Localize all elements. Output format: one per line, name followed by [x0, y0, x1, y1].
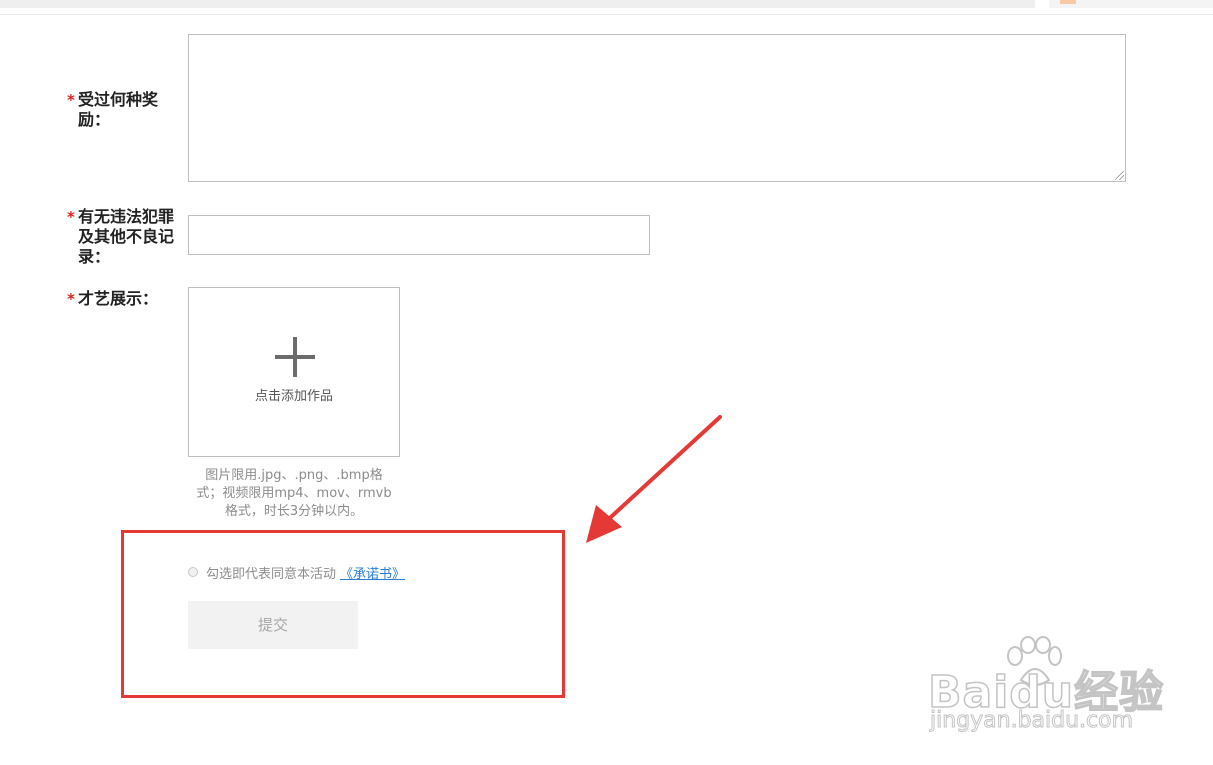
upload-hint-line2: 式；视频限用mp4、mov、rmvb: [196, 486, 392, 501]
toolbar-icon: [1060, 0, 1076, 4]
required-mark: *: [67, 91, 75, 109]
awards-label-line2: 励：: [78, 110, 111, 129]
record-label: * 有无违法犯罪 及其他不良记 录：: [67, 207, 175, 267]
agreement-checkbox[interactable]: [188, 566, 198, 577]
awards-label-line1: 受过何种奖: [78, 90, 159, 109]
talent-label: * 才艺展示：: [67, 289, 159, 309]
talent-label-text: 才艺展示：: [78, 289, 159, 308]
upload-label: 点击添加作品: [254, 389, 333, 404]
plus-icon: [275, 337, 315, 377]
baidu-jingyan-watermark: Baidu经验 jingyan.baidu.com: [927, 636, 1164, 746]
upload-hint-line3: 格式，时长3分钟以内。: [224, 504, 364, 519]
record-label-line3: 录：: [78, 247, 111, 266]
awards-textarea[interactable]: [188, 34, 1126, 182]
upload-format-hint: 图片限用.jpg、.png、.bmp格 式；视频限用mp4、mov、rmvb 格…: [188, 467, 400, 521]
submit-button[interactable]: 提交: [188, 601, 358, 649]
top-browser-bar: [0, 0, 1213, 15]
watermark-url-text: jingyan.baidu.com: [929, 708, 1134, 734]
upload-work-button[interactable]: 点击添加作品: [188, 287, 400, 457]
annotation-arrow-icon: [586, 415, 722, 543]
agreement-text: 勾选即代表同意本活动: [206, 567, 337, 582]
agreement-row: 勾选即代表同意本活动 《承诺书》: [188, 563, 405, 582]
awards-label: * 受过何种奖 励：: [67, 90, 159, 130]
address-bar-fragment: [0, 0, 1035, 8]
upload-hint-line1: 图片限用.jpg、.png、.bmp格: [205, 468, 383, 483]
resize-grip-icon[interactable]: [1115, 171, 1124, 180]
required-mark: *: [67, 208, 75, 226]
record-label-line2: 及其他不良记: [78, 227, 175, 246]
pledge-link[interactable]: 《承诺书》: [340, 567, 405, 582]
record-input[interactable]: [188, 215, 650, 255]
required-mark: *: [67, 290, 75, 308]
record-label-line1: 有无违法犯罪: [78, 207, 175, 226]
